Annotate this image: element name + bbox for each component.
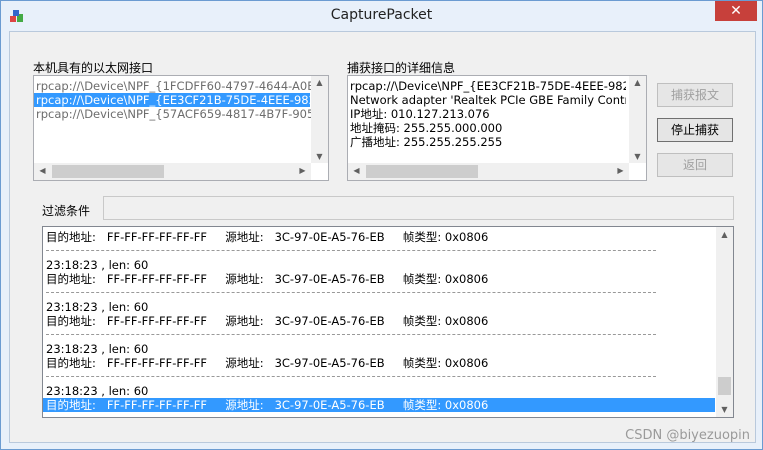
back-button[interactable]: 返回 xyxy=(657,153,733,177)
close-button[interactable]: ✕ xyxy=(715,1,757,21)
scroll-up-icon[interactable]: ▲ xyxy=(716,230,733,239)
capture-button[interactable]: 捕获报文 xyxy=(657,83,733,107)
interfaces-hscroll[interactable]: ◀ ▶ xyxy=(34,163,311,180)
packet-log[interactable]: 目的地址: FF-FF-FF-FF-FF-FF 源地址: 3C-97-0E-A5… xyxy=(42,226,734,418)
details-line: Network adapter 'Realtek PCIe GBE Family… xyxy=(350,93,626,107)
filter-label: 过滤条件 xyxy=(42,204,91,218)
watermark: CSDN @biyezuopin xyxy=(625,428,750,443)
log-line[interactable]: 目的地址: FF-FF-FF-FF-FF-FF 源地址: 3C-97-0E-A5… xyxy=(46,314,713,328)
log-line[interactable]: 目的地址: FF-FF-FF-FF-FF-FF 源地址: 3C-97-0E-A5… xyxy=(46,356,713,370)
interfaces-hscroll-thumb[interactable] xyxy=(52,165,164,178)
log-line[interactable]: 23:18:23 , len: 60 xyxy=(46,258,713,272)
log-line[interactable]: 23:18:23 , len: 60 xyxy=(46,342,713,356)
details-line: IP地址: 010.127.213.076 xyxy=(350,107,490,121)
scroll-right-icon[interactable]: ▶ xyxy=(612,166,629,175)
log-line[interactable]: 目的地址: FF-FF-FF-FF-FF-FF 源地址: 3C-97-0E-A5… xyxy=(46,272,713,286)
log-separator xyxy=(46,292,656,293)
title-bar[interactable]: CapturePacket ✕ xyxy=(1,1,762,31)
scroll-left-icon[interactable]: ◀ xyxy=(34,166,51,175)
details-vscroll[interactable]: ▲ ▼ xyxy=(629,76,646,163)
log-line[interactable]: 目的地址: FF-FF-FF-FF-FF-FF 源地址: 3C-97-0E-A5… xyxy=(46,230,713,244)
details-hscroll[interactable]: ◀ ▶ xyxy=(348,163,629,180)
interfaces-label: 本机具有的以太网接口 xyxy=(33,61,154,75)
log-separator xyxy=(46,376,656,377)
scroll-down-icon[interactable]: ▼ xyxy=(716,405,733,414)
dialog-client: 本机具有的以太网接口 rpcap://\Device\NPF_{1FCDFF60… xyxy=(9,31,756,443)
interface-item[interactable]: rpcap://\Device\NPF_{1FCDFF60-4797-4644-… xyxy=(36,79,323,93)
details-line: 广播地址: 255.255.255.255 xyxy=(350,135,503,149)
details-box[interactable]: rpcap://\Device\NPF_{EE3CF21B-75DE-4EEE-… xyxy=(347,75,647,181)
interface-item-selected[interactable]: rpcap://\Device\NPF_{EE3CF21B-75DE-4EEE-… xyxy=(34,93,323,107)
log-separator xyxy=(46,334,656,335)
stop-capture-button[interactable]: 停止捕获 xyxy=(657,118,733,142)
log-separator xyxy=(46,250,656,251)
scroll-right-icon[interactable]: ▶ xyxy=(294,166,311,175)
scroll-up-icon[interactable]: ▲ xyxy=(311,78,328,87)
scroll-down-icon[interactable]: ▼ xyxy=(311,152,328,161)
details-line: rpcap://\Device\NPF_{EE3CF21B-75DE-4EEE-… xyxy=(350,79,626,93)
scroll-up-icon[interactable]: ▲ xyxy=(629,78,646,87)
log-line[interactable]: 23:18:23 , len: 60 xyxy=(46,384,713,398)
window-title: CapturePacket xyxy=(330,7,433,23)
interfaces-vscroll[interactable]: ▲ ▼ xyxy=(311,76,328,163)
log-vscroll-thumb[interactable] xyxy=(718,377,731,395)
filter-input[interactable] xyxy=(103,196,734,220)
scroll-left-icon[interactable]: ◀ xyxy=(348,166,365,175)
main-window: CapturePacket ✕ 本机具有的以太网接口 rpcap://\Devi… xyxy=(0,0,763,450)
details-line: 地址掩码: 255.255.000.000 xyxy=(350,121,503,135)
scroll-down-icon[interactable]: ▼ xyxy=(629,152,646,161)
log-line-selected[interactable]: 目的地址: FF-FF-FF-FF-FF-FF 源地址: 3C-97-0E-A5… xyxy=(43,398,715,412)
log-vscroll[interactable]: ▲ ▼ xyxy=(716,227,733,417)
interfaces-listbox[interactable]: rpcap://\Device\NPF_{1FCDFF60-4797-4644-… xyxy=(33,75,329,181)
interface-item[interactable]: rpcap://\Device\NPF_{57ACF659-4817-4B7F-… xyxy=(36,107,322,121)
details-label: 捕获接口的详细信息 xyxy=(347,61,456,75)
log-line[interactable]: 23:18:23 , len: 60 xyxy=(46,300,713,314)
details-hscroll-thumb[interactable] xyxy=(366,165,478,178)
